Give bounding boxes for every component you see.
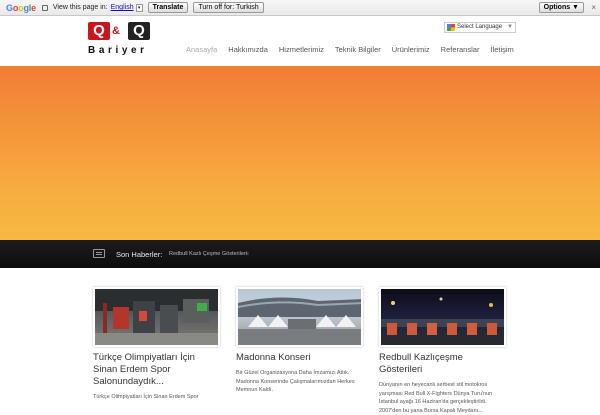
turn-off-button[interactable]: Turn off for: Turkish — [193, 2, 264, 13]
logo-wordmark: Bariyer — [88, 45, 148, 56]
lock-icon — [41, 4, 48, 11]
newspaper-icon — [93, 249, 105, 258]
news-card: Türkçe Olimpiyatları İçin Sinan Erdem Sp… — [93, 287, 220, 402]
logo-q-red: Q — [88, 22, 110, 40]
sports-hall-photo — [95, 289, 218, 345]
nav-item-urunlerimiz[interactable]: Ürünlerimiz — [392, 45, 430, 54]
site-header: Q & Q Bariyer Select Language ▼ Anasayfa… — [0, 17, 600, 66]
translate-button[interactable]: Translate — [147, 2, 189, 13]
options-button[interactable]: Options ▼ — [538, 2, 584, 13]
card-title[interactable]: Redbull Kazlıçeşme Gösterileri — [379, 352, 506, 376]
chevron-down-icon: ▼ — [507, 24, 513, 30]
news-ticker-bar: Son Haberler: Redbull Kazlı Çeşme Göster… — [0, 240, 600, 268]
nav-item-teknik-bilgiler[interactable]: Teknik Bilgiler — [335, 45, 381, 54]
nav-item-referanslar[interactable]: Referanslar — [441, 45, 480, 54]
card-title[interactable]: Türkçe Olimpiyatları İçin Sinan Erdem Sp… — [93, 352, 220, 388]
news-headline-link[interactable]: Redbull Kazlı Çeşme Gösterileri — [169, 251, 247, 257]
stadium-photo — [238, 297, 361, 345]
close-icon[interactable]: × — [591, 3, 596, 12]
language-link[interactable]: English — [111, 4, 134, 11]
news-card: Redbull Kazlıçeşme Gösterileri Dünyanın … — [379, 287, 506, 415]
language-dropdown-icon[interactable]: ▾ — [135, 3, 143, 12]
site-logo[interactable]: Q & Q Bariyer — [88, 22, 160, 56]
select-language-label: Select Language — [457, 24, 503, 30]
card-image[interactable] — [379, 287, 506, 347]
nav-item-anasayfa[interactable]: Anasayfa — [186, 45, 217, 54]
hero-banner — [0, 66, 600, 240]
nav-item-hakkimizda[interactable]: Hakkımızda — [228, 45, 268, 54]
card-excerpt: Bir Güzel Organizasyona Daha İmzamızı At… — [236, 370, 355, 393]
logo-mark: Q & Q — [88, 22, 153, 44]
card-excerpt: Dünyanın en heyecanlı serbest stil motok… — [379, 382, 493, 414]
google-logo: Google — [6, 2, 36, 13]
google-translate-bar: Google View this page in: English ▾ Tran… — [0, 0, 600, 16]
logo-ampersand: & — [112, 25, 120, 37]
nav-item-hizmetlerimiz[interactable]: Hizmetlerimiz — [279, 45, 324, 54]
translate-prompt: View this page in: — [52, 4, 108, 11]
card-image[interactable] — [236, 287, 363, 347]
nav-item-iletisim[interactable]: İletişim — [490, 45, 513, 54]
main-nav: Anasayfa Hakkımızda Hizmetlerimiz Teknik… — [186, 45, 525, 54]
logo-q-black: Q — [128, 22, 150, 40]
night-event-photo — [381, 297, 504, 345]
card-excerpt: Türkçe Olimpiyatları İçin Sinan Erdem Sp… — [93, 394, 199, 400]
card-image[interactable] — [93, 287, 220, 347]
news-label: Son Haberler: — [116, 250, 163, 259]
news-card: Madonna Konseri Bir Güzel Organizasyona … — [236, 287, 363, 395]
google-g-icon — [447, 24, 455, 31]
card-title[interactable]: Madonna Konseri — [236, 352, 363, 364]
select-language-dropdown[interactable]: Select Language ▼ — [444, 22, 516, 33]
rss-icon[interactable]: ≋ — [245, 251, 249, 257]
